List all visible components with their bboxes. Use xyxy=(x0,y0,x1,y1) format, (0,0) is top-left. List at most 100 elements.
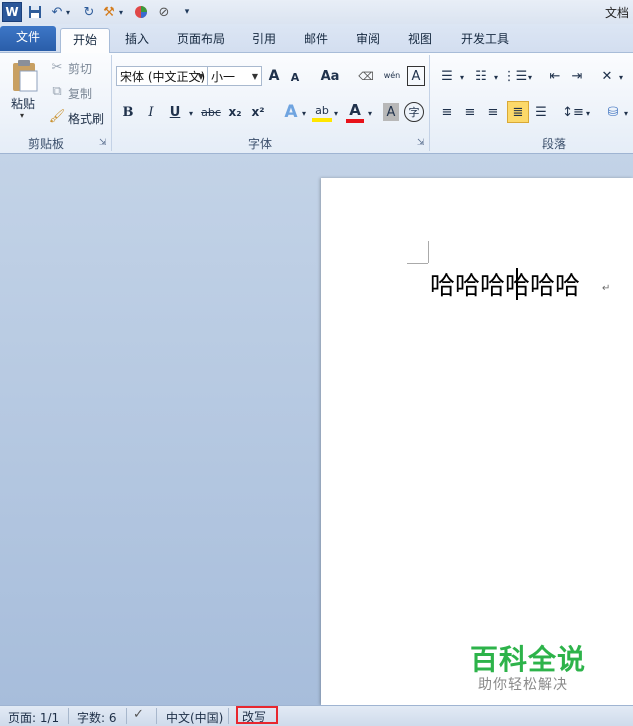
character-border-button[interactable]: A xyxy=(407,66,425,86)
dropdown-icon[interactable]: ▾ xyxy=(116,3,126,21)
group-divider xyxy=(111,55,112,151)
tab-view[interactable]: 视图 xyxy=(400,28,440,52)
underline-dropdown-icon[interactable]: ▾ xyxy=(186,104,196,122)
line-spacing-icon[interactable]: ↕≡ xyxy=(562,102,584,122)
watermark-subtitle: 助你轻松解决 xyxy=(478,677,568,693)
cut-icon[interactable]: ✂ xyxy=(50,60,64,75)
paragraph-group-label: 段落 xyxy=(542,137,567,151)
format-painter-icon[interactable]: 🖌 xyxy=(49,109,66,124)
decrease-indent-icon[interactable]: ⇤ xyxy=(546,66,564,86)
document-text[interactable]: 哈哈哈哈哈哈 xyxy=(430,266,580,302)
highlight-dropdown-icon[interactable]: ▾ xyxy=(332,104,340,122)
change-case-button[interactable]: Aa xyxy=(318,66,342,86)
text-cursor xyxy=(516,268,518,300)
status-divider xyxy=(156,708,157,724)
language-indicator[interactable]: 中文(中国) xyxy=(166,709,223,726)
clipboard-group-label: 剪贴板 xyxy=(28,137,65,151)
chinese-layout-dropdown-icon[interactable]: ▾ xyxy=(617,68,625,86)
word-count[interactable]: 字数: 6 xyxy=(77,709,117,726)
copy-button[interactable]: 复制 xyxy=(68,85,92,102)
edit-icon[interactable]: ⊘ xyxy=(155,3,173,21)
customize-toolbar-icon[interactable]: ▾ xyxy=(178,3,196,21)
bold-button[interactable]: B xyxy=(120,102,136,122)
line-spacing-dropdown-icon[interactable]: ▾ xyxy=(584,104,592,122)
margin-corner-mark xyxy=(428,241,429,263)
bullets-dropdown-icon[interactable]: ▾ xyxy=(458,68,466,86)
undo-dropdown-icon[interactable]: ▾ xyxy=(63,3,73,21)
tab-page-layout[interactable]: 页面布局 xyxy=(170,28,232,52)
font-size-combo[interactable]: 小一 ▼ xyxy=(207,66,262,86)
align-right-icon[interactable]: ≡ xyxy=(484,102,502,122)
font-color-dropdown-icon[interactable]: ▾ xyxy=(366,104,374,122)
align-left-icon[interactable]: ≡ xyxy=(438,102,456,122)
tab-insert[interactable]: 插入 xyxy=(118,28,156,52)
character-shading-button[interactable]: A xyxy=(383,103,399,121)
highlight-button[interactable]: ab xyxy=(312,102,332,122)
save-icon[interactable] xyxy=(26,3,44,21)
distributed-icon[interactable]: ☰ xyxy=(532,102,550,122)
tab-home[interactable]: 开始 xyxy=(60,28,110,53)
shrink-font-button[interactable]: A xyxy=(288,68,302,86)
font-name-value: 宋体 (中文正文) xyxy=(120,70,206,84)
tab-file[interactable]: 文件 xyxy=(0,26,56,51)
numbering-dropdown-icon[interactable]: ▾ xyxy=(492,68,500,86)
title-bar: W ↶ ▾ ↻ ⚒ ▾ ⊘ ▾ 文档 xyxy=(0,0,633,24)
tab-review[interactable]: 审阅 xyxy=(348,28,388,52)
text-effect-button[interactable]: A xyxy=(282,101,300,123)
multilevel-dropdown-icon[interactable]: ▾ xyxy=(526,68,534,86)
status-bar: 页面: 1/1 字数: 6 ✓ 中文(中国) 改写 xyxy=(0,705,633,726)
chevron-down-icon: ▼ xyxy=(251,72,258,81)
group-divider xyxy=(429,55,430,151)
redo-icon[interactable]: ↻ xyxy=(80,3,98,21)
align-center-icon[interactable]: ≡ xyxy=(461,102,479,122)
italic-button[interactable]: I xyxy=(143,102,159,122)
ribbon: 粘贴 ▾ ✂ 剪切 ⧉ 复制 🖌 格式刷 剪贴板 ⇲ 宋体 (中文正文) ▼ 小… xyxy=(0,53,633,154)
superscript-button[interactable]: x² xyxy=(249,102,267,122)
bullets-icon[interactable]: ☰ xyxy=(438,66,456,86)
color-icon[interactable] xyxy=(132,3,150,21)
status-divider xyxy=(68,708,69,724)
justify-icon[interactable]: ≣ xyxy=(507,101,529,123)
chinese-layout-icon[interactable]: ✕ xyxy=(598,66,616,86)
shading-icon[interactable]: ⛁ xyxy=(604,102,622,122)
tab-mailings[interactable]: 邮件 xyxy=(296,28,336,52)
text-effect-dropdown-icon[interactable]: ▾ xyxy=(300,104,308,122)
font-color-button[interactable]: A xyxy=(346,101,364,123)
paragraph-mark: ↵ xyxy=(602,283,611,294)
format-painter-button[interactable]: 格式刷 xyxy=(68,110,104,127)
underline-button[interactable]: U xyxy=(167,102,183,122)
enclose-characters-button[interactable]: 字 xyxy=(404,102,424,122)
increase-indent-icon[interactable]: ⇥ xyxy=(568,66,586,86)
font-name-combo[interactable]: 宋体 (中文正文) ▼ xyxy=(116,66,208,86)
page-count[interactable]: 页面: 1/1 xyxy=(8,709,59,726)
clipboard-launcher-icon[interactable]: ⇲ xyxy=(99,138,107,148)
window-title: 文档 xyxy=(604,6,629,20)
font-size-value: 小一 xyxy=(211,70,236,84)
chevron-down-icon: ▼ xyxy=(197,72,204,81)
document-page[interactable] xyxy=(321,178,633,705)
clear-format-icon[interactable]: ⌫ xyxy=(358,66,374,86)
strikethrough-button[interactable]: abc xyxy=(200,102,222,122)
phonetic-guide-button[interactable]: wén xyxy=(382,64,402,86)
proofing-icon[interactable]: ✓ xyxy=(133,707,144,722)
shading-dropdown-icon[interactable]: ▾ xyxy=(622,104,630,122)
grow-font-button[interactable]: A xyxy=(266,66,282,86)
status-divider xyxy=(126,708,127,724)
paste-icon[interactable] xyxy=(8,57,42,95)
numbering-icon[interactable]: ☷ xyxy=(472,66,490,86)
watermark-title: 百科全说 xyxy=(470,643,587,676)
tab-developer[interactable]: 开发工具 xyxy=(452,28,518,52)
paste-dropdown-icon[interactable]: ▾ xyxy=(20,111,24,120)
subscript-button[interactable]: x₂ xyxy=(226,102,244,122)
status-divider xyxy=(228,708,229,724)
cut-button[interactable]: 剪切 xyxy=(68,60,92,77)
multilevel-list-icon[interactable]: ⋮☰ xyxy=(503,66,528,86)
paste-button[interactable]: 粘贴 xyxy=(11,95,35,112)
word-logo-icon[interactable]: W xyxy=(2,2,22,22)
font-launcher-icon[interactable]: ⇲ xyxy=(417,138,425,148)
font-group-label: 字体 xyxy=(248,137,273,151)
margin-corner-mark xyxy=(407,263,428,264)
tab-references[interactable]: 引用 xyxy=(244,28,284,52)
overtype-mode-indicator[interactable]: 改写 xyxy=(236,706,278,724)
copy-icon[interactable]: ⧉ xyxy=(50,84,64,99)
